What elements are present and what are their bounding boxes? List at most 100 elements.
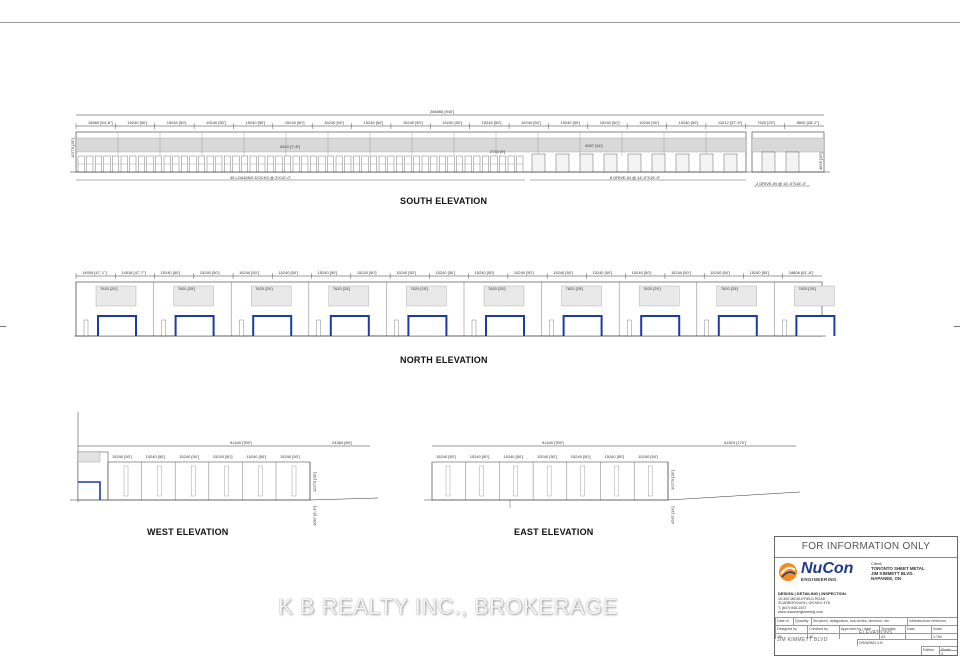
title-block-grid: Date of Quantity Structure, designation,…	[775, 617, 957, 655]
grid-cell: Scale	[931, 625, 957, 633]
bay-dim-label: 15240 [50']	[503, 454, 523, 459]
opening-dim-label: 7620 [25']	[721, 286, 738, 291]
window-strip	[648, 465, 653, 497]
north-elevation-drawing: 14935 [47'-1"] 14518 [47'-7"] 15240 [50'] 1…	[74, 270, 836, 337]
man-door	[83, 319, 89, 337]
bay-dim-label: 15240 [50']	[112, 454, 132, 459]
bay-dim-label: 15240 [50']	[710, 270, 730, 275]
opening-dim-label: 7620 [25']	[643, 286, 660, 291]
overhead-door	[485, 315, 525, 336]
north-elevation-title: NORTH ELEVATION	[400, 355, 488, 365]
south-clear-dim: 4878 [16']	[818, 153, 823, 170]
man-door	[239, 319, 244, 337]
bay-dim-label: 15240 [50']	[324, 120, 344, 125]
grid-cell: Structure, designation, sub-series, dire…	[811, 617, 907, 625]
bay-dim-label: 15240 [50']	[161, 270, 181, 275]
drive-in-door	[603, 153, 618, 173]
window-strip	[291, 465, 297, 497]
bay-dim-label: 15240 [50']	[127, 120, 147, 125]
south-door-small-dim: 2743 [9']	[490, 149, 505, 154]
west-overall-dim: 91440 [300']	[230, 440, 252, 445]
bay-dim-label: 14518 [47'-7"]	[121, 270, 146, 275]
east-side-dim: 51823 [170']	[724, 440, 746, 445]
east-height-dim: 10770 [35']	[670, 470, 675, 490]
bay-dim-label: 15240 [50']	[592, 270, 612, 275]
window-strip	[513, 465, 518, 497]
opening-dim-label: 7620 [25']	[333, 286, 350, 291]
opening-dim-label: 7620 [25']	[255, 286, 272, 291]
grid-cell: Date	[905, 625, 931, 633]
bay-dim-label: 15240 [50']	[318, 270, 338, 275]
bay-dim-label: 15240 [50']	[179, 454, 199, 459]
bay-dim-label: 7620 [25']	[757, 120, 774, 125]
bay-dim-label: 15240 [50']	[671, 270, 691, 275]
opening-dim-label: 7620 [25']	[178, 286, 195, 291]
grid-cell: Checked by	[807, 625, 839, 633]
south-loading-dock-dim: 45 LOADING DOCKS @ 3'X10'-0"	[230, 175, 292, 180]
bay-dim-label: 15240 [50']	[278, 270, 298, 275]
bay-dim-label: 15240 [50']	[246, 454, 266, 459]
man-door	[394, 319, 399, 337]
client-info: Client: TORONTO SHEET METAL JIM KIMMETT …	[871, 561, 955, 581]
drive-in-door	[723, 153, 738, 173]
bay-dim-label: 15240 [50']	[470, 454, 490, 459]
overhead-door	[252, 315, 293, 336]
south-drive-in-dim: 6 DRIVE-IN @ 14'-0"X16'-0"	[610, 175, 661, 180]
opening-dim-label: 7620 [25']	[410, 286, 427, 291]
man-door	[471, 319, 477, 337]
bay-dim-label: 15240 [50']	[213, 454, 233, 459]
opening-dim-label: 7620 [25']	[798, 286, 815, 291]
south-door-width-dim: 2610 [7'-8"]	[280, 144, 300, 149]
overhead-door	[174, 315, 215, 336]
man-door	[316, 319, 321, 337]
grid-cell: Infrastructure reference	[907, 617, 957, 625]
east-elevation-drawing: 91440 [300'] 51823 [170'] 15240 [50'] 152…	[424, 440, 801, 524]
logo-text: NuCon	[801, 560, 854, 577]
bay-dim-label: 15240 [50']	[245, 120, 265, 125]
west-elevation-title: WEST ELEVATION	[147, 527, 229, 537]
bay-dim-label: 15240 [50']	[364, 120, 384, 125]
bay-dim-label: 15240 [50']	[749, 270, 769, 275]
bay-dim-label: 15240 [50']	[553, 270, 573, 275]
bay-dim-label: 15240 [50']	[605, 454, 625, 459]
bay-dim-label: 15240 [50']	[396, 270, 416, 275]
bay-dim-label: 8600 [28'-2"]	[797, 120, 819, 125]
drive-in-door	[627, 153, 642, 173]
bay-dim-label: 15240 [50']	[280, 454, 300, 459]
window-strip	[580, 465, 585, 497]
bay-dim-label: 15240 [50']	[600, 120, 620, 125]
south-height-dim: 10770 [35']	[70, 138, 75, 158]
bay-dim-label: 15240 [50']	[638, 454, 658, 459]
drive-in-door	[761, 151, 776, 173]
north-bay-dims: 14935 [47'-1"] 14518 [47'-7"] 15240 [50'] 1…	[75, 270, 813, 279]
east-grade-dim: 4267 [14']	[670, 507, 675, 524]
overhead-door	[795, 315, 836, 336]
bay-dim-label: 15240 [50']	[357, 270, 377, 275]
man-door	[549, 319, 554, 337]
company-address: 10-300 MIDDLEFIELD ROAD SCARBOROUGH, ON …	[778, 597, 862, 615]
bay-dim-label: 15240 [50']	[482, 120, 502, 125]
opening-dim-label: 7620 [25']	[488, 286, 505, 291]
window-strip	[546, 465, 552, 497]
client-line: NAPANEE, ON	[871, 576, 902, 581]
window-strip	[191, 465, 196, 497]
edge-mark-right	[954, 326, 960, 327]
drawing-no-label: DRAWING # B	[857, 639, 957, 646]
bay-dim-label: 15240 [50']	[442, 120, 462, 125]
window-strip	[123, 465, 129, 497]
grid-cell: Designed by	[775, 625, 807, 633]
opening-dim-label: 7620 [25']	[566, 286, 583, 291]
bay-dim-label: 15240 [50']	[146, 454, 166, 459]
window-strip	[258, 465, 263, 497]
drive-in-door	[699, 153, 714, 173]
title-block: FOR INFORMATION ONLY NuCon ENGINEERING D…	[774, 536, 958, 656]
man-door	[627, 319, 632, 337]
overhead-door	[717, 315, 758, 336]
bay-dim-label: 15240 [50']	[571, 454, 591, 459]
west-grade-dim: 1067 [3'-6"]	[312, 506, 317, 526]
bay-dim-label: 15240 [50']	[632, 270, 652, 275]
watermark: K B REALTY INC., BROKERAGE	[278, 594, 618, 619]
bay-dim-label: 15240 [50']	[435, 270, 455, 275]
window-strip	[479, 465, 484, 497]
west-elevation-drawing: 91440 [300'] 24384 [80'] 15240 [50'] 1524…	[70, 412, 379, 526]
